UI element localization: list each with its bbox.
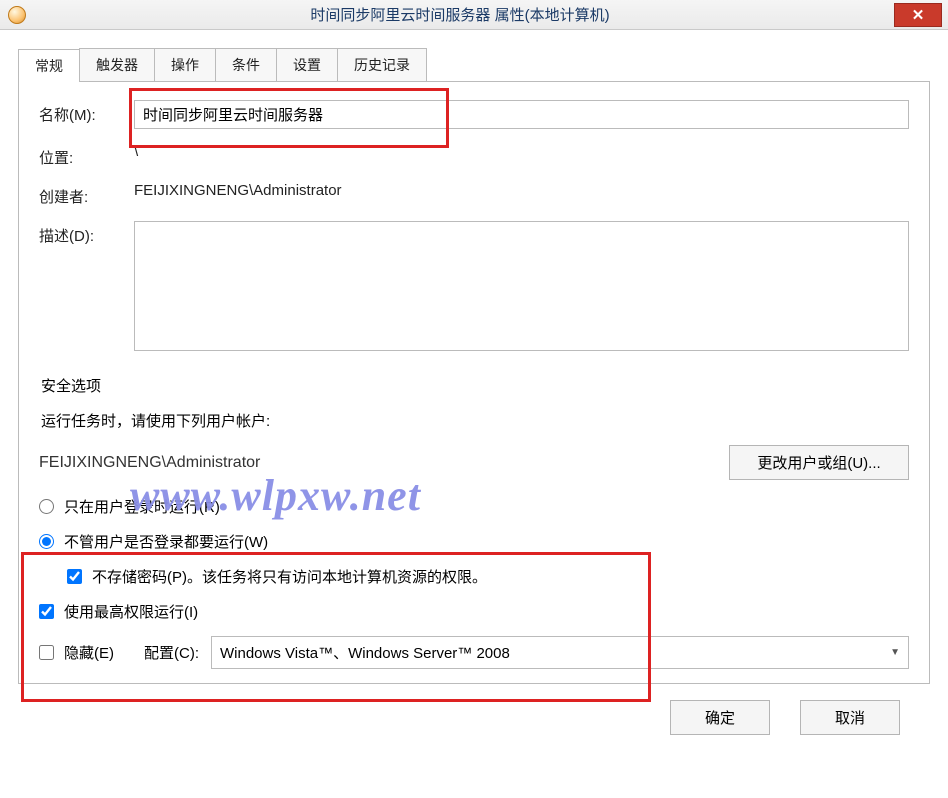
cancel-button[interactable]: 取消 [800,700,900,735]
name-label: 名称(M): [39,100,134,125]
dialog-footer: 确定 取消 [18,684,930,735]
title-bar: 时间同步阿里云时间服务器 属性(本地计算机) ✕ [0,0,948,30]
window-title: 时间同步阿里云时间服务器 属性(本地计算机) [26,4,894,25]
run-as-label: 运行任务时，请使用下列用户帐户: [41,410,909,431]
tab-triggers[interactable]: 触发器 [79,48,155,81]
configure-label: 配置(C): [144,642,199,663]
tab-actions[interactable]: 操作 [154,48,216,81]
account-value: FEIJIXINGNENG\Administrator [39,454,729,472]
description-label: 描述(D): [39,221,134,246]
description-input[interactable] [134,221,909,351]
general-panel: 名称(M): 位置: \ 创建者: FEIJIXINGNENG\Administ… [18,82,930,684]
radio-always-label: 不管用户是否登录都要运行(W) [64,531,268,552]
checkbox-no-password-label: 不存储密码(P)。该任务将只有访问本地计算机资源的权限。 [92,566,487,587]
checkbox-highest-priv-label: 使用最高权限运行(I) [64,601,198,622]
close-button[interactable]: ✕ [894,3,942,27]
checkbox-hidden[interactable] [39,645,54,660]
clock-icon [8,6,26,24]
tab-general[interactable]: 常规 [18,49,80,82]
ok-button[interactable]: 确定 [670,700,770,735]
radio-logged-on[interactable] [39,499,54,514]
configure-select[interactable]: Windows Vista™、Windows Server™ 2008 ▼ [211,636,909,669]
checkbox-highest-priv[interactable] [39,604,54,619]
tab-history[interactable]: 历史记录 [337,48,427,81]
configure-selected: Windows Vista™、Windows Server™ 2008 [220,642,510,663]
creator-label: 创建者: [39,182,134,207]
tab-strip: 常规 触发器 操作 条件 设置 历史记录 [18,48,930,82]
chevron-down-icon: ▼ [890,647,900,658]
tab-conditions[interactable]: 条件 [215,48,277,81]
name-input[interactable] [134,100,909,129]
radio-always[interactable] [39,534,54,549]
radio-logged-on-label: 只在用户登录时运行(R) [64,496,220,517]
location-value: \ [134,143,909,160]
checkbox-no-password[interactable] [67,569,82,584]
tab-settings[interactable]: 设置 [276,48,338,81]
change-user-button[interactable]: 更改用户或组(U)... [729,445,909,480]
location-label: 位置: [39,143,134,168]
creator-value: FEIJIXINGNENG\Administrator [134,182,909,199]
hidden-label: 隐藏(E) [64,642,114,663]
security-section-title: 安全选项 [41,375,909,396]
